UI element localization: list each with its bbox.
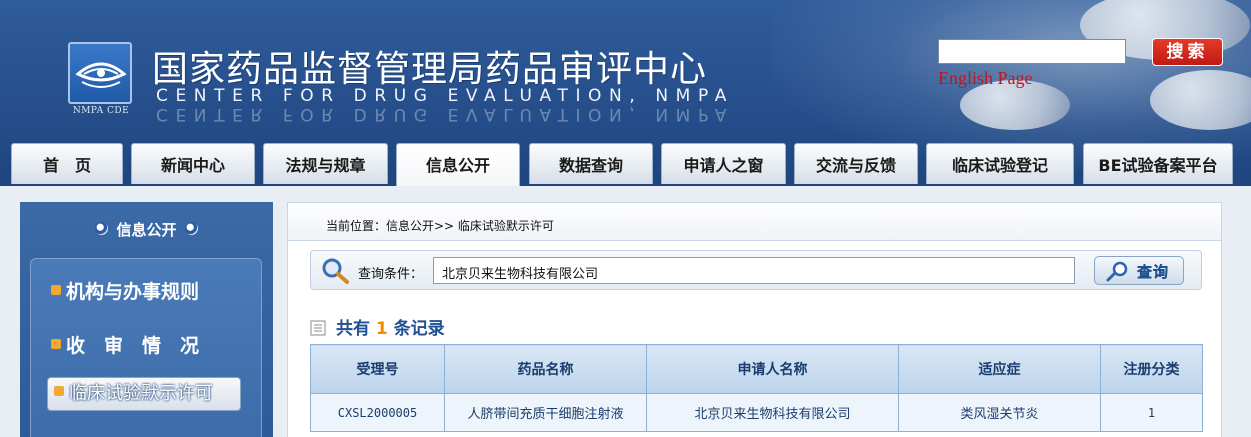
site-search-button[interactable]: 搜索 — [1152, 38, 1223, 66]
nmpa-logo[interactable] — [68, 42, 132, 104]
cell-applicant: 北京贝来生物科技有限公司 — [646, 393, 899, 432]
nav-tab-regulations[interactable]: 法规与规章 — [263, 143, 388, 184]
table-row[interactable]: CXSL2000005 人脐带间充质干细胞注射液 北京贝来生物科技有限公司 类风… — [310, 393, 1203, 432]
column-header-acceptance-no: 受理号 — [310, 344, 445, 394]
record-prefix: 共有 — [336, 319, 370, 339]
eye-emblem-icon — [75, 62, 127, 88]
bullet-circle-icon — [184, 222, 198, 235]
sidebar-item-label: 收 审 情 况 — [66, 335, 200, 357]
main-nav: 首 页 新闻中心 法规与规章 信息公开 数据查询 申请人之窗 交流与反馈 临床试… — [0, 143, 1251, 186]
nav-tab-feedback[interactable]: 交流与反馈 — [794, 143, 918, 184]
column-header-applicant: 申请人名称 — [646, 344, 899, 394]
nav-tab-clinical-trial-registry[interactable]: 临床试验登记 — [926, 143, 1074, 184]
nav-tab-be-filing[interactable]: BE试验备案平台 — [1083, 143, 1233, 184]
sidebar-item-label: 机构与办事规则 — [66, 281, 200, 303]
search-icon — [1106, 261, 1128, 282]
sidebar: 信息公开 机构与办事规则 收 审 情 况 临床试验默示许可 — [20, 202, 273, 437]
query-button[interactable]: 查询 — [1094, 256, 1184, 285]
record-count: 共有 1 条记录 — [310, 314, 445, 339]
sidebar-item-review-status[interactable]: 收 审 情 况 — [51, 331, 199, 358]
site-title-cn: 国家药品监督管理局药品审评中心 — [152, 49, 708, 90]
sidebar-item-label: 临床试验默示许可 — [69, 383, 213, 404]
site-search-input[interactable] — [938, 39, 1126, 64]
sidebar-menu: 机构与办事规则 收 审 情 况 临床试验默示许可 — [30, 258, 262, 437]
nav-tab-data-query[interactable]: 数据查询 — [529, 143, 653, 184]
cell-registration-class: 1 — [1100, 393, 1203, 432]
sidebar-title: 信息公开 — [116, 221, 177, 239]
rss-bullet-icon — [54, 386, 64, 396]
list-icon — [310, 320, 326, 336]
record-suffix: 条记录 — [393, 319, 445, 339]
main-content: 当前位置：信息公开>> 临床试验默示许可 查询条件： 北京贝来生物科技有限公司 … — [287, 202, 1222, 437]
breadcrumb: 当前位置：信息公开>> 临床试验默示许可 — [326, 219, 554, 233]
nav-tab-home[interactable]: 首 页 — [11, 143, 123, 184]
table-header-row: 受理号 药品名称 申请人名称 适应症 注册分类 — [310, 344, 1203, 394]
query-input[interactable]: 北京贝来生物科技有限公司 — [433, 257, 1075, 284]
nav-tab-info-disclosure[interactable]: 信息公开 — [396, 143, 520, 186]
english-page-link[interactable]: English Page — [938, 68, 1033, 89]
results-table: 受理号 药品名称 申请人名称 适应症 注册分类 CXSL2000005 人脐带间… — [310, 344, 1203, 432]
site-title-en: CENTER FOR DRUG EVALUATION, NMPA — [156, 86, 734, 106]
magnifier-icon — [322, 258, 349, 284]
query-label: 查询条件： — [358, 267, 424, 282]
sidebar-item-clinical-trial-approval[interactable]: 临床试验默示许可 — [47, 377, 241, 411]
nav-tab-applicant-window[interactable]: 申请人之窗 — [661, 143, 786, 184]
column-header-drug-name: 药品名称 — [444, 344, 647, 394]
column-header-registration-class: 注册分类 — [1100, 344, 1203, 394]
column-header-indication: 适应症 — [898, 344, 1101, 394]
rss-bullet-icon — [51, 339, 61, 349]
sidebar-item-institutions[interactable]: 机构与办事规则 — [51, 277, 199, 304]
site-title-en-reflection: CENTER FOR DRUG EVALUATION, NMPA — [156, 104, 734, 124]
cell-drug-name: 人脐带间充质干细胞注射液 — [444, 393, 647, 432]
rss-bullet-icon — [51, 285, 61, 295]
query-button-label: 查询 — [1137, 263, 1170, 281]
query-bar: 查询条件： 北京贝来生物科技有限公司 查询 — [310, 250, 1202, 290]
logo-caption: NMPA CDE — [72, 106, 130, 116]
record-number: 1 — [375, 319, 388, 339]
breadcrumb-bar: 当前位置：信息公开>> 临床试验默示许可 — [288, 203, 1221, 241]
bullet-circle-icon — [95, 222, 109, 235]
cell-indication: 类风湿关节炎 — [898, 393, 1101, 432]
cell-acceptance-no[interactable]: CXSL2000005 — [310, 393, 445, 432]
sidebar-header: 信息公开 — [20, 202, 273, 252]
nav-tab-news[interactable]: 新闻中心 — [131, 143, 255, 184]
